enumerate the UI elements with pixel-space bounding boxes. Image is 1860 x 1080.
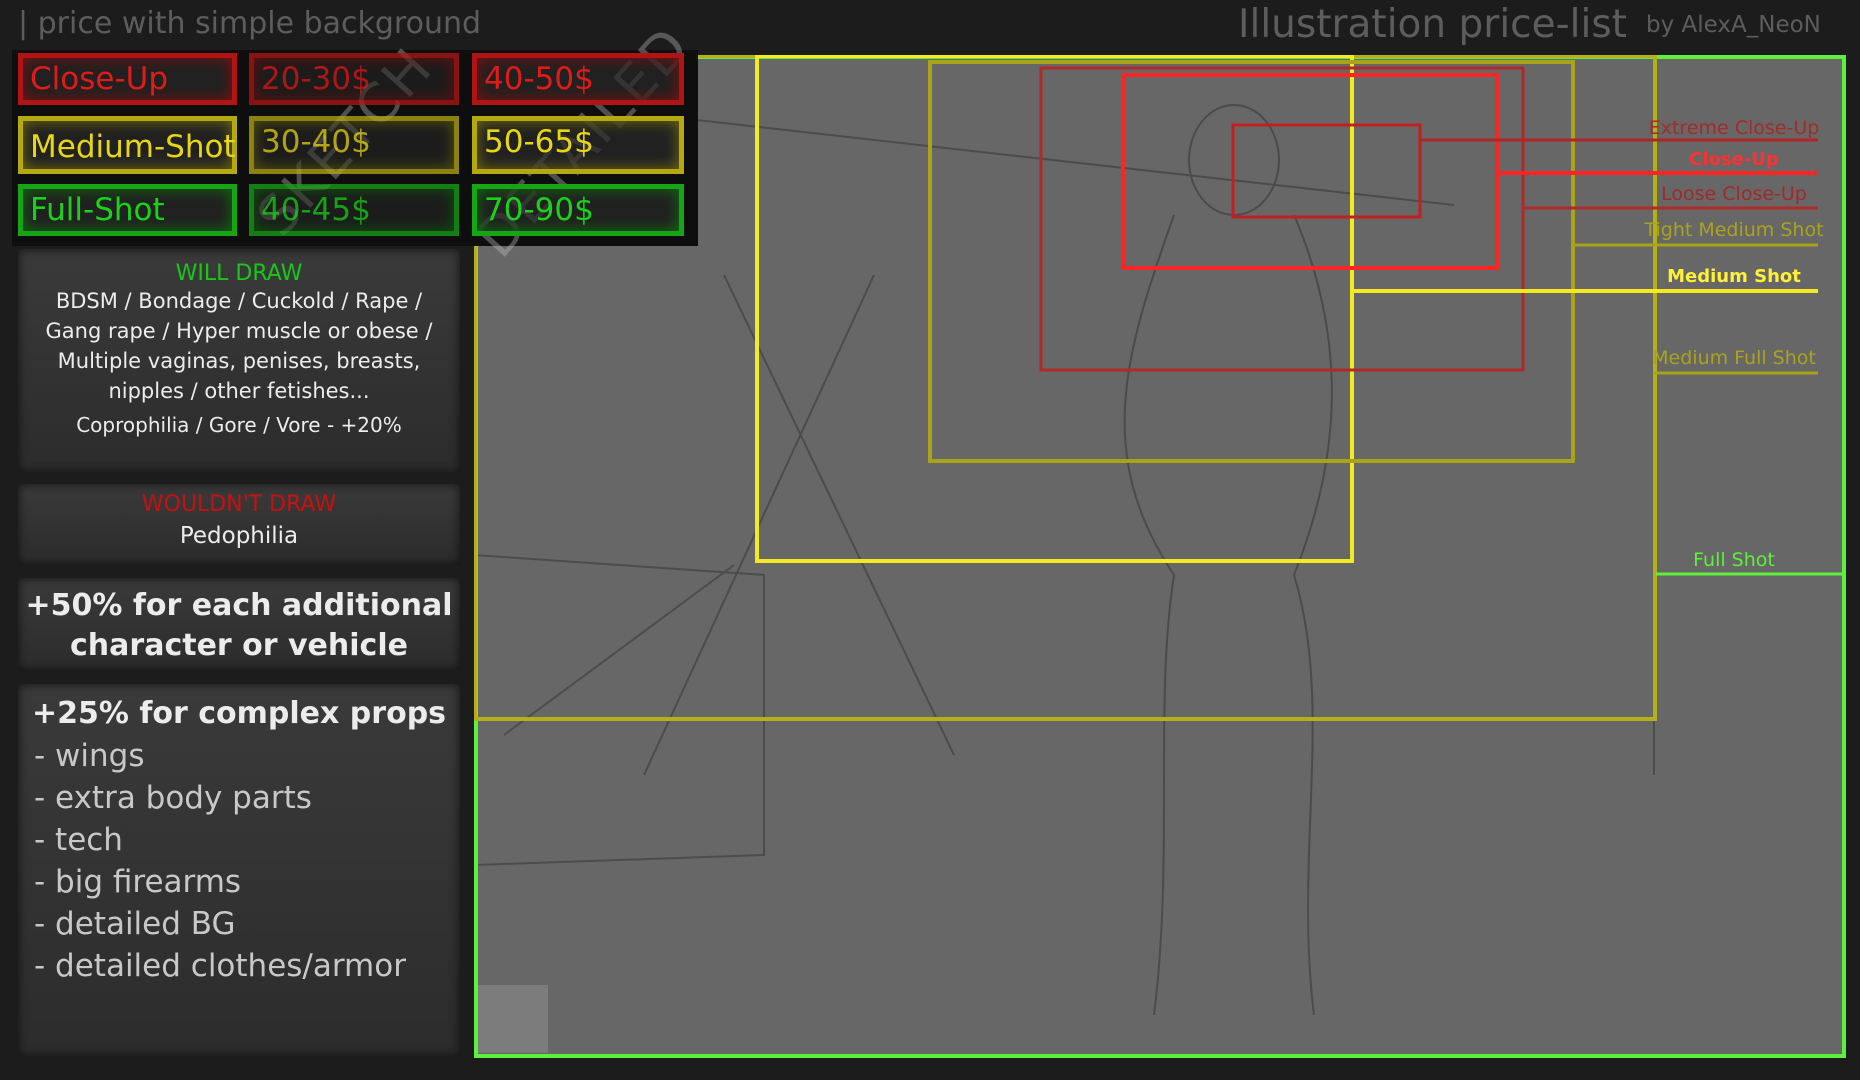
author: by AlexA_NeoN bbox=[1646, 12, 1821, 38]
label-loose-close-up: Loose Close-Up bbox=[1661, 183, 1807, 205]
list-item: - tech bbox=[34, 822, 123, 858]
list-item: - detailed clothes/armor bbox=[34, 948, 406, 984]
subtitle: | price with simple background bbox=[18, 6, 482, 41]
label-medium-full-shot: Medium Full Shot bbox=[1652, 347, 1816, 369]
label-extreme-close-up: Extreme Close-Up bbox=[1648, 117, 1820, 139]
label-tight-medium-shot: Tight Medium Shot bbox=[1644, 219, 1824, 241]
additional-character-note: +50% for each additional character or ve… bbox=[18, 578, 460, 670]
label-medium-shot: Medium Shot bbox=[1667, 266, 1801, 287]
will-draw-extra: Coprophilia / Gore / Vore - +20% bbox=[76, 413, 402, 437]
wont-draw-panel: WOULDN'T DRAW Pedophilia bbox=[18, 484, 460, 564]
page-title: Illustration price-list bbox=[1238, 2, 1627, 47]
row-label-medium-shot: Medium-Shot bbox=[18, 116, 237, 174]
label-close-up: Close-Up bbox=[1689, 149, 1779, 170]
will-draw-panel: WILL DRAW BDSM / Bondage / Cuckold / Rap… bbox=[18, 249, 460, 472]
price-sketch-full-shot: 40-45$ bbox=[249, 184, 459, 236]
price-sketch-medium-shot: 30-40$ bbox=[249, 116, 459, 174]
list-item: - big firearms bbox=[34, 864, 242, 900]
list-item: - extra body parts bbox=[34, 780, 312, 816]
price-detailed-full-shot: 70-90$ bbox=[472, 184, 684, 236]
props-panel: +25% for complex props - wings - extra b… bbox=[18, 684, 460, 1056]
will-draw-title: WILL DRAW bbox=[175, 261, 303, 286]
list-item: - wings bbox=[34, 738, 145, 774]
props-title: +25% for complex props bbox=[31, 696, 447, 731]
row-label-close-up: Close-Up bbox=[18, 53, 237, 105]
price-detailed-close-up: 40-50$ bbox=[472, 53, 684, 105]
price-detailed-medium-shot: 50-65$ bbox=[472, 116, 684, 174]
will-draw-text: BDSM / Bondage / Cuckold / Rape / Gang r… bbox=[45, 289, 433, 403]
row-label-full-shot: Full-Shot bbox=[18, 184, 237, 236]
wont-draw-text: Pedophilia bbox=[179, 523, 299, 549]
label-full-shot: Full Shot bbox=[1693, 549, 1775, 571]
wont-draw-title: WOULDN'T DRAW bbox=[141, 492, 337, 517]
price-sketch-close-up: 20-30$ bbox=[249, 53, 459, 105]
list-item: - detailed BG bbox=[34, 906, 236, 942]
